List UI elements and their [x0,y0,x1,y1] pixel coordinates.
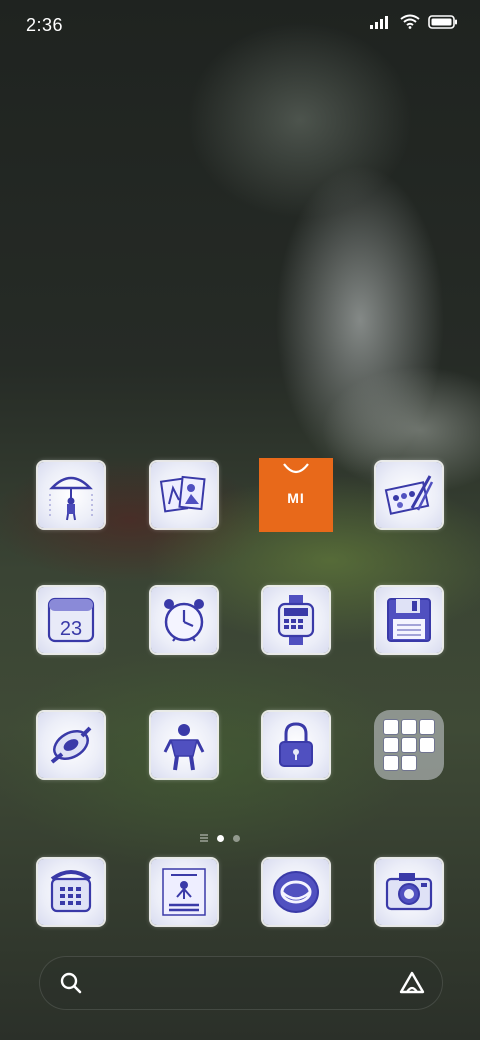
calculator-watch-icon [277,595,315,645]
floppy-disk-icon [387,598,431,642]
paint-brush-icon [384,475,434,515]
app-folder[interactable] [372,708,446,782]
doordarshan-app-icon[interactable] [147,855,221,929]
app-lock-icon[interactable] [259,708,333,782]
search-bar[interactable] [39,956,443,1010]
settings-app-icon[interactable] [34,708,108,782]
folder-mini-icon-7 [384,756,398,770]
gear-knob-icon [50,726,92,764]
folder-mini-icon-2 [402,720,416,734]
page-indicator[interactable] [200,829,240,847]
folder-mini-icon-8 [402,756,416,770]
page-dot-1[interactable] [217,834,224,842]
alarm-clock-icon [164,599,204,642]
camera-icon [385,873,433,911]
search-icon[interactable] [59,971,83,1000]
themes-app-icon[interactable] [372,458,446,532]
telephone-icon [50,870,92,913]
padlock-icon [279,722,313,767]
folder-mini-icon-4 [384,738,398,752]
globe-logo-icon [273,871,319,913]
app-grid: MI 23 [0,0,480,1040]
phone-app-icon[interactable] [34,855,108,929]
folder-icon [374,710,444,780]
browser-app-icon[interactable] [259,855,333,929]
page-dot-2[interactable] [233,834,240,842]
folder-mini-icon-1 [384,720,398,734]
calendar-icon: 23 [47,597,95,643]
tv-program-icon [162,868,206,916]
photos-icon [159,475,206,513]
folder-mini-icon-6 [420,738,434,752]
folder-mini-icon-3 [420,720,434,734]
assistant-icon[interactable] [399,971,425,1000]
home-list-icon[interactable] [200,829,208,847]
mi-store-icon: MI [259,458,333,532]
clock-app-icon[interactable] [147,583,221,657]
security-app-icon[interactable] [147,708,221,782]
file-manager-app-icon[interactable] [372,583,446,657]
umbrella-icon [49,476,93,521]
calculator-app-icon[interactable] [259,583,333,657]
superhero-icon [163,724,205,771]
gallery-app-icon[interactable] [147,458,221,532]
umbrella-boy-app-icon[interactable] [34,458,108,532]
camera-app-icon[interactable] [372,855,446,929]
mi-store-app-icon[interactable]: MI [259,458,333,532]
calendar-app-icon[interactable]: 23 [34,583,108,657]
calendar-date: 23 [60,618,82,640]
folder-mini-icon-5 [402,738,416,752]
